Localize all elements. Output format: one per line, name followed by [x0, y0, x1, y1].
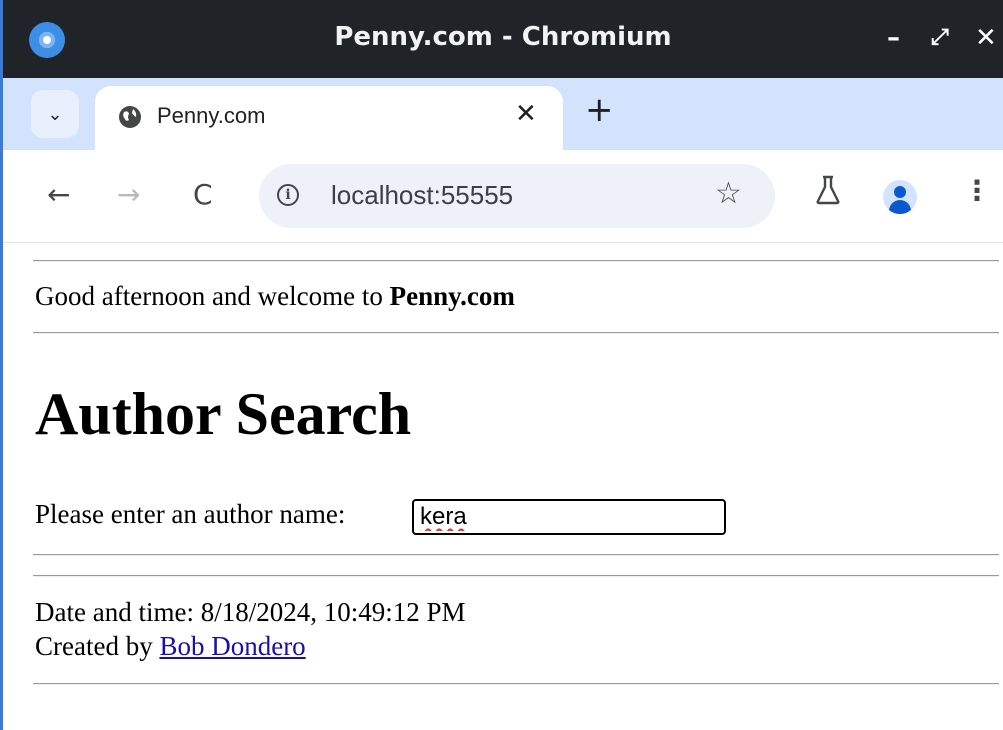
browser-window: Penny.com - Chromium – ⤢ ✕ ⌄ Penny.com ✕… — [0, 0, 1003, 730]
divider — [33, 554, 999, 556]
divider — [33, 575, 999, 577]
tab-penny[interactable]: Penny.com ✕ — [95, 86, 563, 150]
minimize-button[interactable]: – — [887, 20, 900, 56]
created-by-prefix: Created by — [35, 631, 160, 661]
tab-search-button[interactable]: ⌄ — [31, 90, 79, 138]
close-window-button[interactable]: ✕ — [975, 20, 997, 56]
tab-strip: ⌄ Penny.com ✕ + — [3, 78, 1003, 150]
forward-button[interactable]: → — [117, 178, 140, 212]
divider — [33, 260, 999, 262]
divider — [33, 683, 999, 685]
browser-toolbar: ← → C i localhost:55555 ☆ ⋮ — [3, 150, 1003, 243]
page-content: Good afternoon and welcome to Penny.com … — [17, 243, 1003, 730]
bookmark-star-icon[interactable]: ☆ — [715, 176, 742, 211]
globe-icon — [119, 106, 141, 128]
page-heading: Author Search — [35, 381, 412, 447]
created-by-text: Created by Bob Dondero — [35, 631, 306, 662]
divider — [33, 332, 999, 334]
new-tab-button[interactable]: + — [585, 90, 614, 130]
creator-link[interactable]: Bob Dondero — [159, 631, 305, 661]
tab-title: Penny.com — [157, 103, 266, 128]
title-bar: Penny.com - Chromium – ⤢ ✕ — [3, 0, 1003, 78]
site-info-icon[interactable]: i — [277, 184, 299, 206]
chevron-down-icon: ⌄ — [47, 103, 63, 125]
profile-avatar-icon[interactable] — [883, 180, 917, 214]
window-title: Penny.com - Chromium — [334, 22, 672, 52]
back-button[interactable]: ← — [47, 178, 70, 212]
url-text[interactable]: localhost:55555 — [331, 180, 513, 211]
datetime-text: Date and time: 8/18/2024, 10:49:12 PM — [35, 597, 466, 627]
greeting-text: Good afternoon and welcome to Penny.com — [35, 281, 515, 312]
author-name-input[interactable] — [412, 499, 726, 535]
reload-button[interactable]: C — [193, 178, 213, 212]
address-bar[interactable]: i localhost:55555 ☆ — [259, 164, 775, 228]
greeting-prefix: Good afternoon and welcome to — [35, 281, 390, 311]
more-menu-icon[interactable]: ⋮ — [963, 174, 991, 208]
maximize-button[interactable]: ⤢ — [931, 20, 949, 56]
flask-icon[interactable] — [815, 174, 841, 206]
author-prompt-label: Please enter an author name: — [35, 499, 346, 529]
close-tab-button[interactable]: ✕ — [515, 99, 537, 129]
greeting-site-name: Penny.com — [389, 281, 515, 311]
